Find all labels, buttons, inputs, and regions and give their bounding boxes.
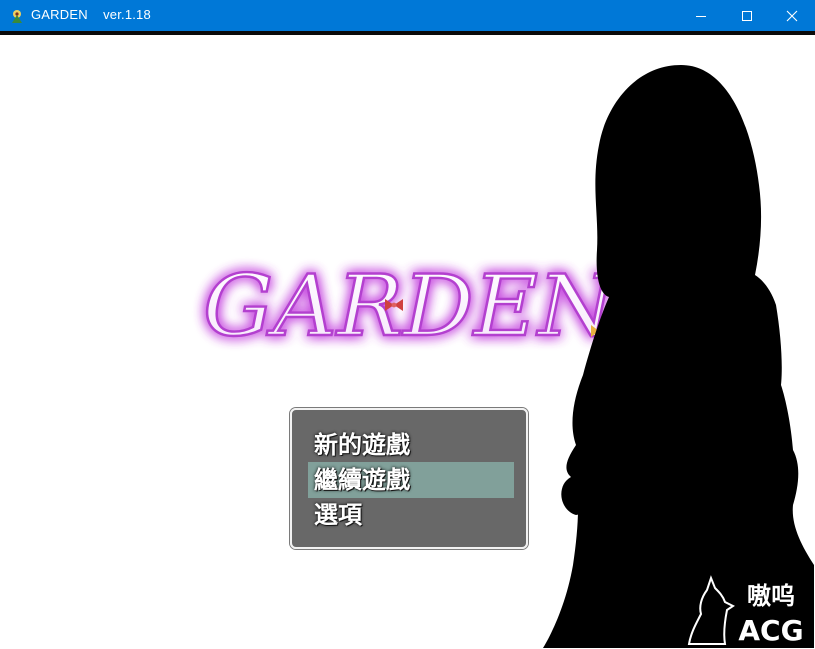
maximize-icon: [742, 10, 752, 21]
watermark-line2: ACG: [738, 614, 803, 647]
minimize-button[interactable]: [678, 0, 724, 31]
minimize-icon: [696, 15, 706, 17]
maximize-button[interactable]: [724, 0, 770, 31]
title-command-menu: 新的遊戲 繼續遊戲 選項: [290, 408, 528, 549]
menu-item-new-game[interactable]: 新的遊戲: [308, 427, 514, 463]
game-canvas[interactable]: GARDEN 新的遊戲 繼續遊戲 選項 嗷呜 ACG: [1, 35, 814, 648]
character-silhouette: [543, 65, 814, 648]
close-button[interactable]: [769, 0, 815, 31]
watermark-logo: 嗷呜 ACG: [687, 575, 805, 647]
window-title-bar[interactable]: GARDEN ver.1.18: [0, 0, 815, 31]
watermark-line1: 嗷呜: [747, 582, 795, 610]
menu-item-options[interactable]: 選項: [308, 497, 514, 533]
window-title: GARDEN ver.1.18: [31, 7, 151, 22]
close-icon: [786, 10, 798, 21]
menu-item-continue[interactable]: 繼續遊戲: [308, 462, 514, 498]
wolf-howling-icon: [687, 575, 735, 645]
game-app-icon[interactable]: [9, 8, 25, 24]
